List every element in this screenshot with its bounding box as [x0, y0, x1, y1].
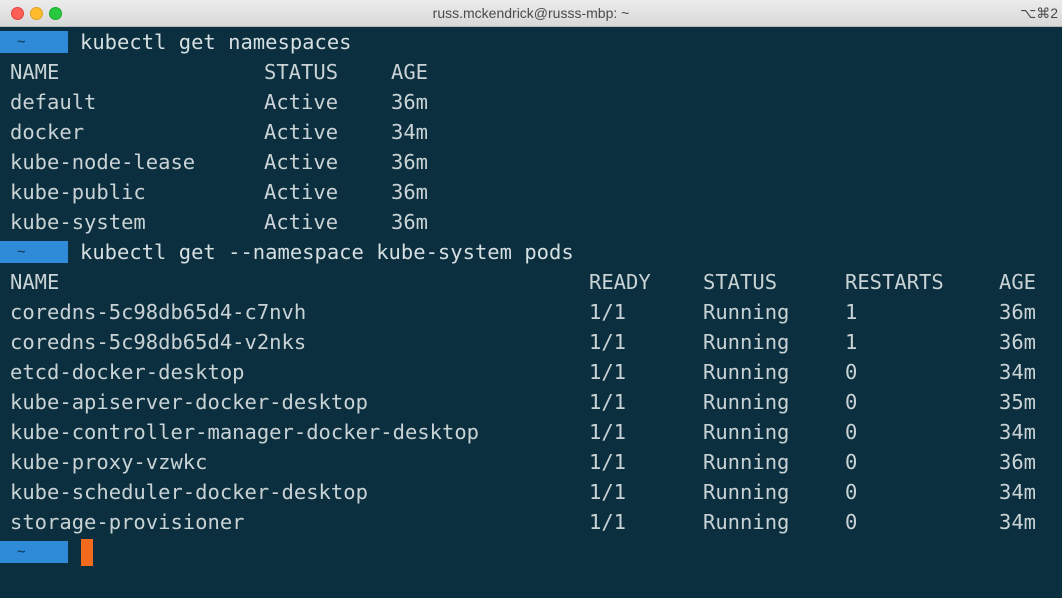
column-header: AGE [391, 60, 429, 84]
table-header: NAME STATUS AGE [0, 57, 428, 87]
pod-age: 34m [999, 510, 1037, 534]
namespace-name: docker [10, 120, 85, 144]
pod-status: Running [703, 300, 790, 324]
namespace-name: kube-system [10, 210, 146, 234]
column-header: READY [589, 270, 651, 294]
pod-ready: 1/1 [589, 300, 627, 324]
window-shortcut: ⌥⌘2 [1020, 5, 1058, 21]
pod-age: 36m [999, 450, 1037, 474]
prompt-line: ~ [0, 537, 93, 567]
window-titlebar: russ.mckendrick@russs-mbp: ~ ⌥⌘2 [0, 0, 1062, 27]
column-header: NAME [10, 60, 60, 84]
pod-status: Running [703, 480, 790, 504]
pod-restarts: 0 [845, 450, 858, 474]
namespace-age: 36m [391, 180, 429, 204]
pod-ready: 1/1 [589, 480, 627, 504]
pod-ready: 1/1 [589, 360, 627, 384]
pod-age: 34m [999, 420, 1037, 444]
terminal-output[interactable]: ~ kubectl get namespaces NAME STATUS AGE… [0, 27, 1062, 598]
pod-status: Running [703, 510, 790, 534]
prompt-line: ~ kubectl get namespaces [0, 27, 352, 57]
pod-age: 36m [999, 330, 1037, 354]
prompt-arrow-icon [54, 541, 66, 563]
pod-age: 34m [999, 480, 1037, 504]
table-row: kube-apiserver-docker-desktop 1/1 Runnin… [0, 387, 1036, 417]
pod-name: coredns-5c98db65d4-c7nvh [10, 300, 307, 324]
table-row: coredns-5c98db65d4-c7nvh 1/1 Running 1 3… [0, 297, 1036, 327]
pod-ready: 1/1 [589, 450, 627, 474]
pod-age: 36m [999, 300, 1037, 324]
pod-name: kube-apiserver-docker-desktop [10, 390, 368, 414]
table-header: NAME READY STATUS RESTARTS AGE [0, 267, 1036, 297]
pod-age: 34m [999, 360, 1037, 384]
pod-restarts: 1 [845, 300, 858, 324]
prompt-directory: ~ [17, 544, 26, 560]
pod-age: 35m [999, 390, 1037, 414]
pod-name: kube-scheduler-docker-desktop [10, 480, 368, 504]
namespace-age: 36m [391, 150, 429, 174]
command-text: kubectl get --namespace kube-system pods [80, 240, 574, 264]
window-title: russ.mckendrick@russs-mbp: ~ [432, 5, 630, 21]
column-header: NAME [10, 270, 60, 294]
pod-restarts: 0 [845, 420, 858, 444]
pod-name: kube-controller-manager-docker-desktop [10, 420, 479, 444]
prompt-arrow-icon [54, 31, 66, 53]
namespace-status: Active [264, 210, 339, 234]
namespace-status: Active [264, 120, 339, 144]
namespace-status: Active [264, 180, 339, 204]
namespace-name: kube-node-lease [10, 150, 196, 174]
command-text: kubectl get namespaces [80, 30, 352, 54]
namespace-age: 36m [391, 210, 429, 234]
pod-restarts: 0 [845, 510, 858, 534]
pod-restarts: 1 [845, 330, 858, 354]
pod-name: etcd-docker-desktop [10, 360, 245, 384]
namespace-name: default [10, 90, 97, 114]
prompt-segment: ~ [0, 31, 68, 53]
table-row: storage-provisioner 1/1 Running 0 34m [0, 507, 1036, 537]
namespace-status: Active [264, 90, 339, 114]
pod-status: Running [703, 330, 790, 354]
prompt-directory: ~ [17, 34, 26, 50]
prompt-arrow-icon [54, 241, 66, 263]
pod-ready: 1/1 [589, 510, 627, 534]
pod-name: kube-proxy-vzwkc [10, 450, 208, 474]
text-cursor[interactable] [81, 539, 93, 566]
pod-restarts: 0 [845, 390, 858, 414]
table-row: kube-public Active 36m [0, 177, 428, 207]
table-row: kube-controller-manager-docker-desktop 1… [0, 417, 1036, 447]
table-row: kube-scheduler-docker-desktop 1/1 Runnin… [0, 477, 1036, 507]
table-row: coredns-5c98db65d4-v2nks 1/1 Running 1 3… [0, 327, 1036, 357]
column-header: STATUS [703, 270, 778, 294]
table-row: kube-system Active 36m [0, 207, 428, 237]
table-row: default Active 36m [0, 87, 428, 117]
prompt-segment: ~ [0, 541, 68, 563]
prompt-line: ~ kubectl get --namespace kube-system po… [0, 237, 574, 267]
pod-restarts: 0 [845, 480, 858, 504]
column-header: STATUS [264, 60, 339, 84]
namespace-age: 34m [391, 120, 429, 144]
prompt-directory: ~ [17, 244, 26, 260]
pod-name: storage-provisioner [10, 510, 245, 534]
pod-status: Running [703, 420, 790, 444]
pod-ready: 1/1 [589, 330, 627, 354]
table-row: kube-node-lease Active 36m [0, 147, 428, 177]
pod-status: Running [703, 360, 790, 384]
pod-name: coredns-5c98db65d4-v2nks [10, 330, 307, 354]
column-header: AGE [999, 270, 1037, 294]
namespace-status: Active [264, 150, 339, 174]
pod-restarts: 0 [845, 360, 858, 384]
namespace-name: kube-public [10, 180, 146, 204]
pod-ready: 1/1 [589, 420, 627, 444]
prompt-segment: ~ [0, 241, 68, 263]
pod-status: Running [703, 450, 790, 474]
table-row: docker Active 34m [0, 117, 428, 147]
column-header: RESTARTS [845, 270, 944, 294]
table-row: etcd-docker-desktop 1/1 Running 0 34m [0, 357, 1036, 387]
pod-status: Running [703, 390, 790, 414]
table-row: kube-proxy-vzwkc 1/1 Running 0 36m [0, 447, 1036, 477]
namespace-age: 36m [391, 90, 429, 114]
pod-ready: 1/1 [589, 390, 627, 414]
